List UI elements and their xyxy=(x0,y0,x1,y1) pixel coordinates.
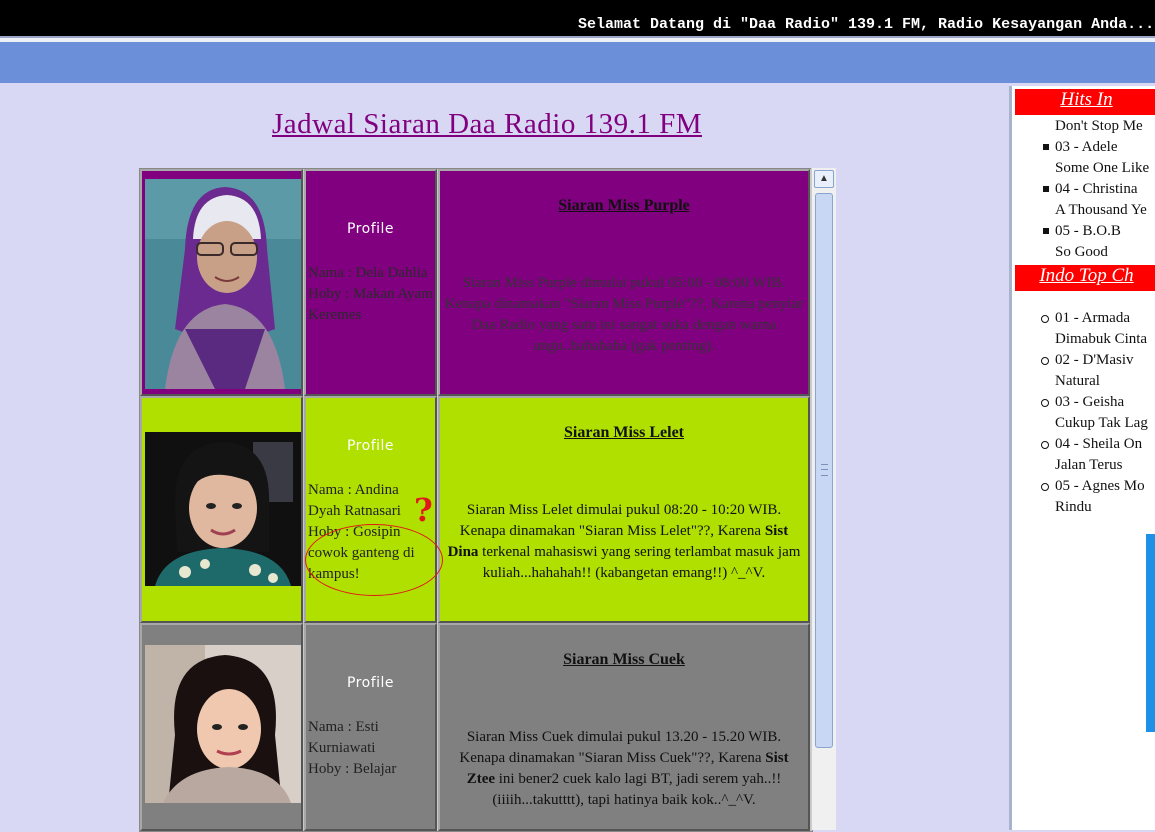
marquee-text: Selamat Datang di "Daa Radio" 139.1 FM, … xyxy=(578,16,1155,33)
description-cell: Siaran Miss Lelet Siaran Miss Lelet dimu… xyxy=(438,396,810,623)
list-item: 01 - Armada xyxy=(1055,310,1130,326)
description-text: Siaran Miss Lelet dimulai pukul 08:20 - … xyxy=(459,502,782,539)
list-item: 03 - Adele xyxy=(1055,139,1118,155)
profile-cell: Profile Nama : Dela Dahlia Hoby : Makan … xyxy=(304,169,437,396)
square-bullet-icon xyxy=(1043,228,1049,234)
list-item: Dimabuk Cinta xyxy=(1055,331,1148,347)
description-text: Siaran Miss Cuek dimulai pukul 13.20 - 1… xyxy=(459,729,782,766)
square-bullet-icon xyxy=(1043,186,1049,192)
list-item: 05 - Agnes Mo xyxy=(1055,478,1145,494)
hoby-highlight-circle xyxy=(305,524,443,596)
schedule-row-lelet: Profile Nama : Andina Dyah Ratnasari Hob… xyxy=(140,396,812,623)
square-bullet-icon xyxy=(1043,144,1049,150)
circle-bullet-icon xyxy=(1041,483,1049,491)
list-item: Jalan Terus xyxy=(1055,457,1123,473)
list-item: 04 - Christina xyxy=(1055,181,1138,197)
list-item: So Good xyxy=(1055,244,1108,260)
list-item: Rindu xyxy=(1055,499,1092,515)
program-description: Siaran Miss Purple dimulai pukul 05:00 -… xyxy=(444,275,804,354)
list-item: Cukup Tak Lag xyxy=(1055,415,1148,431)
profile-label: Profile xyxy=(346,221,395,237)
indo-top-heading[interactable]: Indo Top Ch xyxy=(1015,265,1155,291)
photo-cell xyxy=(140,396,303,623)
hits-heading[interactable]: Hits In xyxy=(1015,89,1155,115)
program-description: Siaran Miss Lelet dimulai pukul 08:20 - … xyxy=(444,500,804,584)
profile-nama: Nama : Dela Dahlia xyxy=(308,265,428,281)
announcer-photo-cuek xyxy=(145,645,301,803)
schedule-table: Profile Nama : Dela Dahlia Hoby : Makan … xyxy=(139,168,813,832)
schedule-row-purple: Profile Nama : Dela Dahlia Hoby : Makan … xyxy=(140,169,812,396)
photo-cell xyxy=(140,623,303,831)
page-title[interactable]: Jadwal Siaran Daa Radio 139.1 FM xyxy=(0,108,974,141)
top-black-bar xyxy=(0,0,1155,14)
program-title: Siaran Miss Purple xyxy=(558,197,690,214)
header-banner xyxy=(0,42,1155,83)
list-item: Don't Stop Me xyxy=(1055,118,1143,134)
program-title: Siaran Miss Cuek xyxy=(563,651,685,668)
photo-cell xyxy=(140,169,303,396)
schedule-row-cuek: Profile Nama : Esti Kurniawati Hoby : Be… xyxy=(140,623,812,831)
profile-hoby: Hoby : Makan Ayam Keremes xyxy=(308,286,433,323)
list-item: 05 - B.O.B xyxy=(1055,223,1121,239)
list-item: 03 - Geisha xyxy=(1055,394,1125,410)
sidebar: Hits In Don't Stop Me 03 - Adele Some On… xyxy=(1009,86,1155,830)
list-item: 02 - D'Masiv xyxy=(1055,352,1134,368)
announcer-photo-lelet xyxy=(145,432,301,586)
announcer-photo-purple xyxy=(145,179,301,389)
profile-label: Profile xyxy=(346,438,395,454)
scroll-thumb[interactable] xyxy=(815,193,833,748)
question-mark-annotation: ? xyxy=(414,491,433,529)
chevron-up-icon: ▲ xyxy=(819,173,829,184)
profile-info: Nama : Esti Kurniawati Hoby : Belajar xyxy=(308,717,433,780)
description-text: terkenal mahasiswi yang sering terlambat… xyxy=(478,544,801,581)
description-cell: Siaran Miss Purple Siaran Miss Purple di… xyxy=(438,169,810,396)
profile-info: Nama : Dela Dahlia Hoby : Makan Ayam Ker… xyxy=(308,263,433,326)
program-title: Siaran Miss Lelet xyxy=(564,424,684,441)
grip-icon xyxy=(821,464,828,476)
list-item: Some One Like xyxy=(1055,160,1150,176)
list-item: 04 - Sheila On xyxy=(1055,436,1143,452)
list-item: A Thousand Ye xyxy=(1055,202,1147,218)
profile-cell: Profile Nama : Esti Kurniawati Hoby : Be… xyxy=(304,623,437,831)
schedule-scrollbar[interactable]: ▲ xyxy=(811,168,836,830)
list-item: Natural xyxy=(1055,373,1100,389)
description-text: ini bener2 cuek kalo lagi BT, jadi serem… xyxy=(492,771,782,808)
sidebar-widget xyxy=(1146,534,1155,732)
circle-bullet-icon xyxy=(1041,441,1049,449)
circle-bullet-icon xyxy=(1041,357,1049,365)
profile-nama: Nama : Esti Kurniawati xyxy=(308,719,379,756)
scroll-up-button[interactable]: ▲ xyxy=(814,170,834,188)
profile-label: Profile xyxy=(346,675,395,691)
description-cell: Siaran Miss Cuek Siaran Miss Cuek dimula… xyxy=(438,623,810,831)
profile-hoby: Hoby : Belajar xyxy=(308,761,397,777)
circle-bullet-icon xyxy=(1041,315,1049,323)
welcome-marquee: Selamat Datang di "Daa Radio" 139.1 FM, … xyxy=(0,14,1155,38)
program-description: Siaran Miss Cuek dimulai pukul 13.20 - 1… xyxy=(444,727,804,811)
circle-bullet-icon xyxy=(1041,399,1049,407)
